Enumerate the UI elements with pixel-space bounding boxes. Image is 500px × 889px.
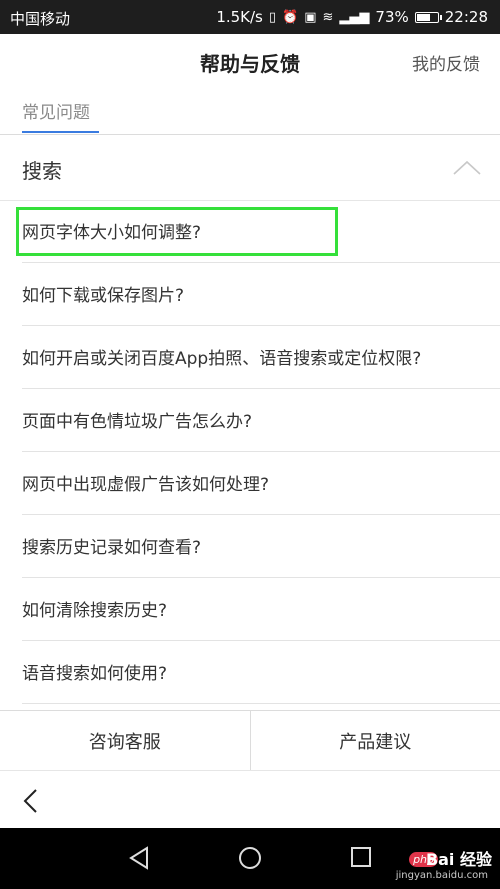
alarm-icon: ⏰ [282, 9, 299, 25]
battery-percent: 73% [375, 8, 409, 26]
section-header-search[interactable]: 搜索 [0, 136, 500, 201]
bottom-action-bar: 咨询客服 产品建议 [0, 710, 500, 771]
battery-icon [414, 11, 442, 23]
faq-item[interactable]: 网页字体大小如何调整? [22, 200, 500, 263]
nav-home-icon[interactable] [238, 846, 262, 870]
watermark-site: jingyan.baidu.com [395, 870, 488, 881]
status-icons: 1.5K/s ▯ ⏰ ▣ ≋ ▂▄▆ 73% 22:28 [216, 8, 488, 26]
faq-item[interactable]: 如何下载或保存图片? [22, 263, 500, 326]
faq-item-label: 页面中有色情垃圾广告怎么办? [22, 412, 253, 432]
faq-item[interactable]: 搜索历史记录如何查看? [22, 515, 500, 578]
tab-bar: 常见问题 [0, 88, 500, 135]
vibrate-icon: ▯ [268, 9, 277, 25]
faq-item-label: 搜索历史记录如何查看? [22, 538, 202, 558]
carrier-label: 中国移动 [10, 10, 71, 28]
faq-item-label: 如何开启或关闭百度App拍照、语音搜索或定位权限? [22, 349, 422, 369]
network-speed: 1.5K/s [216, 8, 263, 26]
product-suggestion-button[interactable]: 产品建议 [249, 711, 500, 771]
browser-toolbar [0, 770, 500, 829]
faq-item[interactable]: 页面中有色情垃圾广告怎么办? [22, 389, 500, 452]
faq-item-label: 网页字体大小如何调整? [22, 223, 202, 243]
faq-item-label: 网页中出现虚假广告该如何处理? [22, 475, 270, 495]
tab-active-indicator [22, 131, 99, 133]
clock: 22:28 [444, 8, 488, 26]
signal-icon: ▂▄▆ [339, 9, 370, 25]
faq-item-label: 如何清除搜索历史? [22, 601, 168, 621]
nav-back-icon[interactable] [128, 846, 150, 870]
faq-item[interactable]: 如何开启或关闭百度App拍照、语音搜索或定位权限? [22, 326, 500, 389]
faq-item[interactable]: 网页中出现虚假广告该如何处理? [22, 452, 500, 515]
nav-recents-icon[interactable] [350, 846, 372, 868]
wifi-icon: ≋ [322, 9, 334, 25]
section-title: 搜索 [22, 159, 62, 183]
baidu-jingyan-watermark: Bai 经验 [425, 850, 492, 869]
consult-service-button[interactable]: 咨询客服 [0, 711, 250, 771]
faq-item[interactable]: 语音搜索如何使用? [22, 641, 500, 704]
battery-fill [416, 13, 430, 21]
faq-item-label: 语音搜索如何使用? [22, 664, 168, 684]
title-bar: 帮助与反馈 我的反馈 [0, 34, 500, 89]
back-arrow-icon[interactable] [20, 787, 42, 815]
hd-icon: ▣ [304, 9, 317, 25]
faq-item[interactable]: 如何清除搜索历史? [22, 578, 500, 641]
my-feedback-link[interactable]: 我的反馈 [412, 50, 480, 75]
faq-list: 网页字体大小如何调整? 如何下载或保存图片? 如何开启或关闭百度App拍照、语音… [0, 200, 500, 704]
status-bar: 中国移动 1.5K/s ▯ ⏰ ▣ ≋ ▂▄▆ 73% 22:28 [0, 0, 500, 34]
tab-faq[interactable]: 常见问题 [22, 98, 90, 123]
faq-item-label: 如何下载或保存图片? [22, 286, 185, 306]
chevron-up-icon[interactable] [452, 158, 482, 176]
